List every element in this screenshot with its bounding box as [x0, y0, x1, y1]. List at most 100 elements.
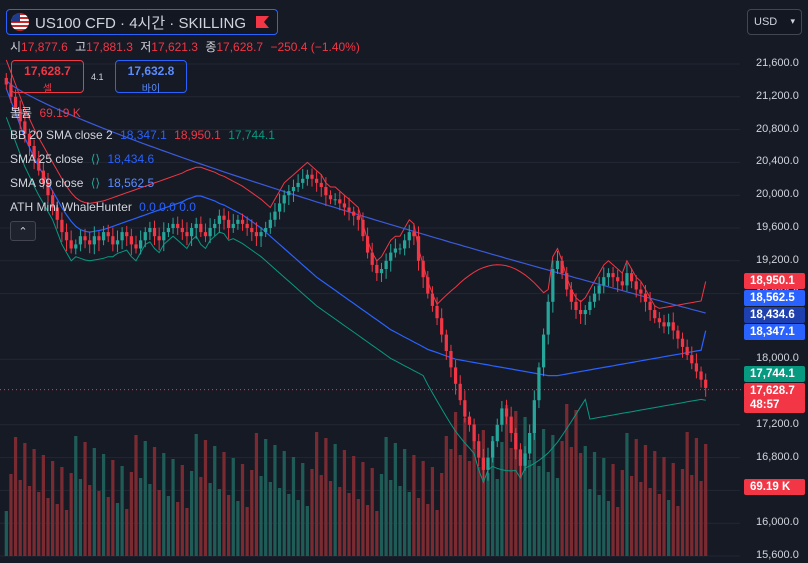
candle-body [310, 174, 314, 179]
bb-upper-value: 18,950.1 [174, 128, 221, 142]
candle-body [208, 228, 212, 237]
candle-body [273, 211, 277, 220]
volume-bar [291, 457, 296, 556]
volume-bar [528, 460, 532, 556]
volume-bar [537, 466, 541, 556]
volume-bar [18, 480, 22, 556]
candle-body [629, 273, 634, 282]
volume-bar [83, 442, 87, 556]
sma25-label: SMA 25 close [10, 152, 84, 166]
volume-bar [653, 451, 657, 556]
candle-body [69, 240, 73, 249]
volume-bar [259, 476, 263, 556]
candle-body [143, 232, 147, 241]
volume-bar [643, 445, 648, 556]
whale-legend[interactable]: ATH Mini WhaleHunter 0.0 0.0 0.0 [10, 200, 200, 214]
candle-body [463, 400, 467, 417]
candle-body [347, 207, 351, 212]
candle-body [259, 232, 263, 237]
volume-bar [97, 491, 101, 556]
candle-body [653, 310, 657, 319]
volume-bar [694, 438, 699, 556]
currency-label: USD [754, 16, 778, 28]
volume-bar [162, 453, 166, 556]
candle-body [64, 232, 69, 241]
volume-bar [268, 482, 272, 556]
candle-body [134, 244, 138, 249]
code-braces-icon[interactable]: ⟨⟩ [91, 176, 100, 190]
symbol-selector[interactable]: US100 CFD · 4시간 · SKILLING [6, 9, 278, 35]
candle-body [671, 322, 675, 331]
candle-body [495, 424, 499, 442]
volume-bar [430, 467, 435, 556]
candle-body [639, 289, 643, 294]
spread-value: 4.1 [91, 72, 104, 82]
sell-button[interactable]: 17,628.7 셀 [11, 60, 84, 95]
volume-bar [287, 494, 291, 556]
sma25-value: 18,434.6 [107, 152, 155, 166]
volume-bar [282, 451, 286, 556]
volume-bar [55, 504, 59, 556]
bb-legend[interactable]: BB 20 SMA close 2 18,347.1 18,950.1 17,7… [10, 128, 279, 142]
volume-bar [384, 437, 388, 556]
candle-body [78, 236, 83, 245]
candle-body [213, 223, 217, 228]
flag-marker-icon[interactable] [256, 16, 269, 28]
volume-legend[interactable]: 볼륨 69.19 K [10, 104, 85, 121]
candle-body [611, 273, 615, 278]
volume-bar [569, 447, 573, 556]
candle-body [546, 301, 550, 335]
candle-body [514, 433, 518, 450]
volume-bar [477, 467, 481, 556]
candle-body [486, 457, 490, 470]
candle-body [430, 293, 435, 306]
candle-body [115, 240, 120, 245]
candle-body [602, 277, 606, 286]
volume-bar [426, 504, 430, 556]
volume-bar [27, 486, 32, 556]
collapse-legend-button[interactable]: ⌃ [10, 221, 36, 241]
volume-bar [208, 483, 212, 556]
volume-bar [199, 477, 203, 556]
volume-bar [375, 511, 379, 556]
volume-label: 볼륨 [10, 106, 33, 120]
volume-bar [64, 510, 69, 556]
volume-bar [37, 492, 41, 556]
candle-body [680, 338, 685, 347]
candle-body [500, 408, 504, 425]
volume-bar [583, 446, 587, 556]
volume-bar [671, 463, 675, 556]
candle-body [616, 277, 620, 282]
candle-body [588, 301, 592, 310]
volume-bar [393, 443, 397, 556]
volume-bar [51, 461, 55, 556]
volume-bar [74, 436, 78, 556]
buy-button[interactable]: 17,632.8 바이 [115, 60, 187, 95]
currency-selector[interactable]: USD ▾ [747, 9, 802, 35]
volume-bar [148, 484, 152, 556]
high-value: 17,881.3 [86, 40, 133, 54]
volume-bar [361, 462, 365, 556]
candle-body [532, 400, 536, 433]
candle-body [97, 236, 101, 241]
volume-bar [129, 472, 133, 556]
volume-bar [421, 461, 425, 556]
sma99-legend[interactable]: SMA 99 close ⟨⟩ 18,562.5 [10, 176, 158, 190]
code-braces-icon[interactable]: ⟨⟩ [91, 152, 100, 166]
volume-bar [495, 479, 499, 556]
volume-bar [555, 478, 560, 556]
candle-body [83, 236, 87, 241]
candle-body [180, 228, 184, 233]
candle-body [139, 240, 143, 249]
sma25-legend[interactable]: SMA 25 close ⟨⟩ 18,434.6 [10, 152, 158, 166]
change-value: −250.4 (−1.40%) [270, 40, 360, 54]
candle-body [389, 252, 393, 261]
candle-body [148, 228, 152, 233]
volume-bar [139, 478, 143, 556]
candle-body [166, 228, 171, 233]
candle-body [477, 441, 481, 458]
candle-body [231, 223, 235, 228]
volume-bar [227, 495, 231, 556]
open-value: 17,877.6 [21, 40, 68, 54]
price-tick-label: 16,000.0 [756, 516, 799, 529]
